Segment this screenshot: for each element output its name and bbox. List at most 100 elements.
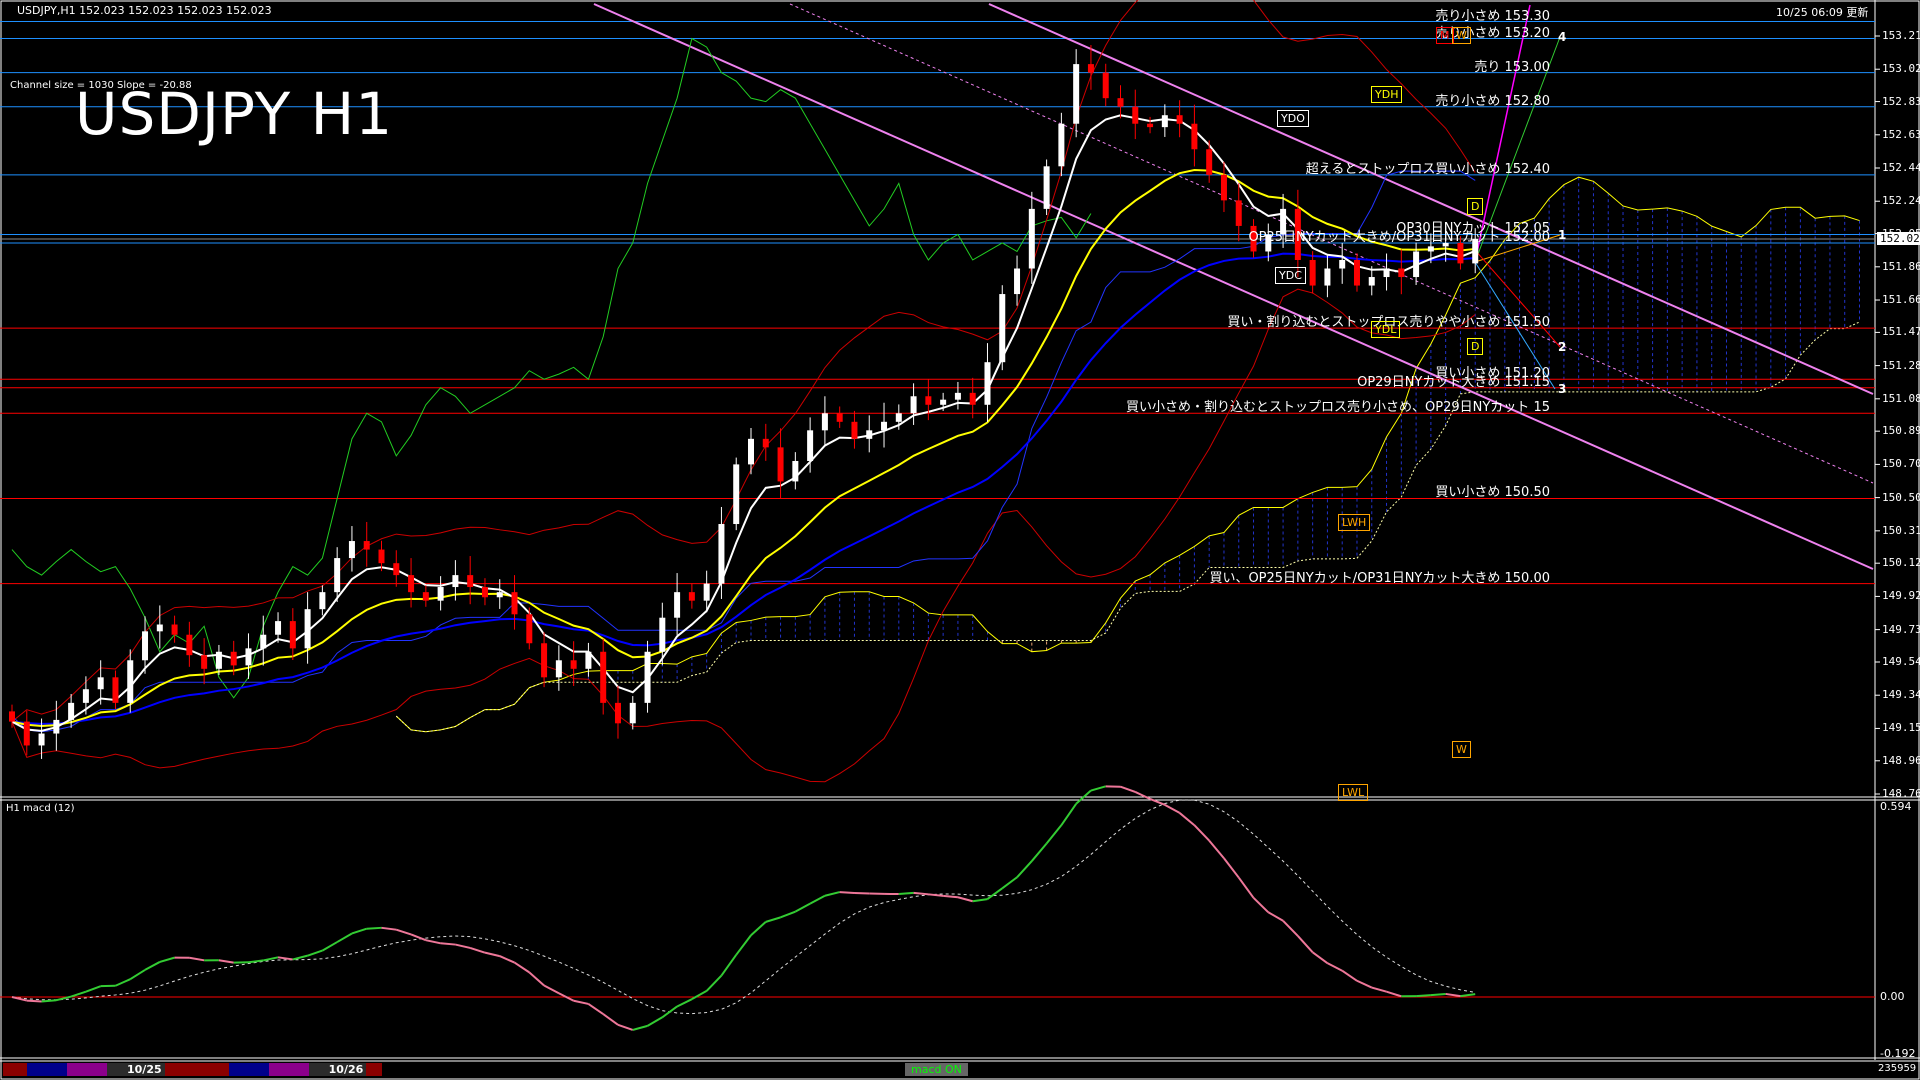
macd-segment	[1446, 994, 1461, 996]
candle-bull	[984, 362, 990, 405]
macd-segment	[751, 922, 766, 935]
candle-bear	[231, 652, 237, 666]
macd-segment	[515, 963, 530, 973]
macd-segment	[677, 999, 692, 1006]
session-segment	[165, 1063, 229, 1076]
y-tick-label: 149.345	[1882, 688, 1920, 701]
candle-bull	[792, 461, 798, 481]
current-price-tag: 152.023	[1877, 232, 1920, 245]
projection-line	[1475, 250, 1560, 347]
regression-channel	[594, 4, 1873, 569]
macd-segment	[485, 953, 500, 956]
macd-tick-max: 0.594	[1880, 800, 1912, 813]
candle-bear	[512, 592, 518, 614]
y-tick-label: 152.830	[1882, 95, 1920, 108]
candle-bear	[364, 541, 370, 550]
level-annotation: 売り 153.00	[1474, 56, 1550, 75]
marker-m: M	[1436, 27, 1454, 44]
candle-bull	[822, 413, 828, 430]
macd-segment	[263, 957, 278, 960]
macd-segment	[411, 934, 426, 940]
candle-bull	[940, 400, 946, 405]
y-tick-label: 153.020	[1882, 62, 1920, 75]
level-annotation: 買い小さめ・割り込むとストップロス売り小さめ、OP29日NYカット 15	[1126, 396, 1550, 415]
macd-segment	[130, 970, 145, 979]
marker-ydh: YDH	[1371, 86, 1402, 103]
macd-segment	[1387, 992, 1402, 997]
macd-segment	[795, 904, 810, 912]
candle-bull	[98, 677, 104, 689]
macd-segment	[603, 1014, 618, 1025]
macd-segment	[692, 991, 707, 999]
macd-title: H1 macd (12)	[6, 803, 74, 814]
macd-segment	[529, 972, 544, 985]
candle-bull	[142, 631, 148, 660]
candle-bull	[1413, 251, 1419, 277]
y-tick-label: 152.245	[1882, 194, 1920, 207]
candle-bull	[334, 558, 340, 592]
macd-segment	[1342, 971, 1357, 981]
macd-segment	[544, 985, 559, 993]
candle-bear	[1457, 243, 1463, 263]
marker-ydl: YDL	[1371, 321, 1400, 338]
candle-bull	[39, 734, 45, 746]
macd-lines	[0, 786, 1875, 1030]
candle-bull	[999, 294, 1005, 362]
macd-toggle-button[interactable]: macd ON	[905, 1063, 968, 1076]
candle-bull	[245, 648, 251, 665]
candle-bear	[290, 621, 296, 648]
y-tick-label: 151.280	[1882, 359, 1920, 372]
macd-segment	[840, 892, 855, 893]
candle-bear	[1236, 200, 1242, 226]
macd-segment	[322, 942, 337, 951]
level-annotation: 超えるとストップロス買い小さめ 152.40	[1306, 158, 1550, 177]
macd-segment	[1298, 936, 1313, 952]
marker-w: W	[1452, 27, 1471, 44]
candle-bear	[186, 635, 192, 655]
window-border	[1, 1, 1919, 1079]
macd-segment	[899, 893, 914, 894]
macd-segment	[943, 896, 958, 897]
candle-bear	[763, 439, 769, 448]
y-tick-label: 149.540	[1882, 655, 1920, 668]
y-tick-label: 151.085	[1882, 392, 1920, 405]
macd-segment	[71, 992, 86, 997]
candle-bull	[955, 393, 961, 400]
macd-segment	[441, 943, 456, 944]
macd-segment	[854, 893, 869, 894]
symbol-info: USDJPY,H1 152.023 152.023 152.023 152.02…	[17, 4, 272, 17]
chart-canvas	[0, 0, 1920, 1080]
candle-bull	[704, 584, 710, 601]
candle-bull	[1339, 260, 1345, 269]
macd-segment	[1283, 921, 1298, 936]
chart-title: USDJPY H1	[75, 80, 393, 148]
session-segment	[229, 1063, 269, 1076]
macd-segment	[500, 956, 515, 962]
candle-bull	[1162, 115, 1168, 127]
macd-segment	[1209, 841, 1224, 859]
macd-segment	[973, 899, 988, 901]
candle-bull	[349, 541, 355, 558]
candle-bull	[1369, 277, 1375, 286]
level-annotation: OP25日NYカット大きめ/OP31日NYカット 152.00	[1248, 226, 1550, 245]
candle-bear	[24, 722, 30, 746]
macd-segment	[721, 955, 736, 976]
macd-segment	[308, 951, 323, 956]
candle-bear	[467, 575, 473, 587]
macd-segment	[1224, 858, 1239, 877]
level-annotation: 売り小さめ 152.80	[1435, 90, 1550, 109]
macd-segment	[1431, 994, 1446, 995]
candle-bull	[718, 524, 724, 584]
ma-mid	[12, 170, 1475, 726]
candle-bear	[615, 703, 621, 723]
candle-bear	[1191, 124, 1197, 150]
candle-bear	[1118, 98, 1124, 107]
candle-bear	[1398, 269, 1404, 278]
candle-bull	[1073, 64, 1079, 124]
y-tick-label: 152.635	[1882, 128, 1920, 141]
y-tick-label: 150.505	[1882, 491, 1920, 504]
marker-d: D	[1467, 198, 1483, 215]
bar-countdown: 235959	[1878, 1063, 1916, 1074]
candle-bear	[778, 447, 784, 481]
candle-bear	[482, 587, 488, 597]
